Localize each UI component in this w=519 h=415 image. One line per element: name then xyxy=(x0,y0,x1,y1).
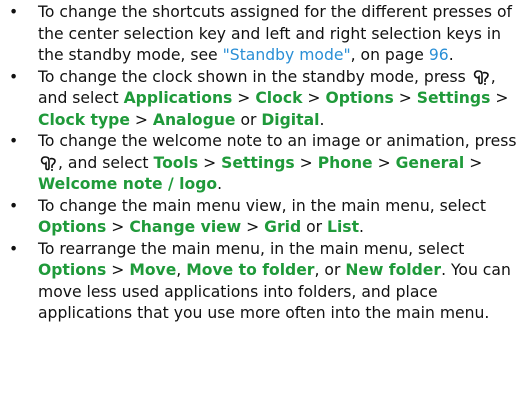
term-options: Options xyxy=(38,261,107,279)
item-text: , and select xyxy=(58,153,154,172)
term-welcome-note: Welcome note / logo xyxy=(38,175,218,193)
term-grid: Grid xyxy=(264,218,302,236)
term-options: Options xyxy=(38,218,107,236)
item-text: . xyxy=(217,175,223,193)
menu-key-icon xyxy=(40,155,58,171)
term-digital: Digital xyxy=(261,110,320,129)
separator: > xyxy=(393,89,417,107)
term-settings: Settings xyxy=(416,89,491,107)
list-item: • To change the shortcuts assigned for t… xyxy=(0,2,519,67)
term-settings: Settings xyxy=(221,153,295,172)
separator: > xyxy=(106,261,130,279)
separator: > xyxy=(490,89,509,107)
instruction-list: • To change the shortcuts assigned for t… xyxy=(0,2,519,325)
separator: > xyxy=(106,218,130,236)
term-analogue: Analogue xyxy=(152,110,236,129)
item-text: , or xyxy=(314,261,346,279)
bullet: • xyxy=(9,196,19,215)
bullet: • xyxy=(9,239,19,258)
term-tools: Tools xyxy=(153,153,199,172)
bullet: • xyxy=(9,132,19,150)
page-link[interactable]: 96 xyxy=(429,46,449,64)
bullet: • xyxy=(9,67,19,86)
item-text: or xyxy=(235,110,262,129)
list-item: • To change the clock shown in the stand… xyxy=(0,67,519,132)
separator: > xyxy=(302,89,326,107)
item-text: To change the welcome note to an image o… xyxy=(38,132,517,150)
term-general: General xyxy=(395,153,465,172)
term-list: List xyxy=(327,218,360,236)
term-phone: Phone xyxy=(317,153,373,172)
item-text: . xyxy=(319,110,325,129)
separator: > xyxy=(198,153,222,172)
term-move-to-folder: Move to folder xyxy=(186,261,315,279)
item-text: , on page xyxy=(350,46,429,64)
item-text: To rearrange the main menu, in the main … xyxy=(38,239,465,258)
term-change-view: Change view xyxy=(129,218,242,236)
separator: > xyxy=(372,153,396,172)
separator: > xyxy=(129,110,153,129)
list-item: • To rearrange the main menu, in the mai… xyxy=(0,239,519,325)
separator: > xyxy=(294,153,318,172)
term-applications: Applications xyxy=(123,89,233,107)
item-text: . xyxy=(448,46,454,64)
item-text: , xyxy=(176,261,187,279)
standby-mode-link[interactable]: "Standby mode" xyxy=(223,46,351,64)
menu-key-icon xyxy=(473,69,491,85)
item-text: . xyxy=(359,218,365,236)
bullet: • xyxy=(9,3,19,21)
term-clock-type: Clock type xyxy=(38,110,130,129)
term-move: Move xyxy=(129,261,177,279)
separator: > xyxy=(241,218,265,236)
separator: > xyxy=(232,89,256,107)
term-new-folder: New folder xyxy=(345,261,442,279)
item-text: To change the clock shown in the standby… xyxy=(38,67,471,86)
term-options: Options xyxy=(325,89,394,107)
item-text: To change the main menu view, in the mai… xyxy=(38,196,486,215)
list-item: • To change the main menu view, in the m… xyxy=(0,196,519,239)
item-text: or xyxy=(301,218,328,236)
list-item: • To change the welcome note to an image… xyxy=(0,131,519,196)
term-clock: Clock xyxy=(255,89,303,107)
separator: > xyxy=(464,153,483,172)
